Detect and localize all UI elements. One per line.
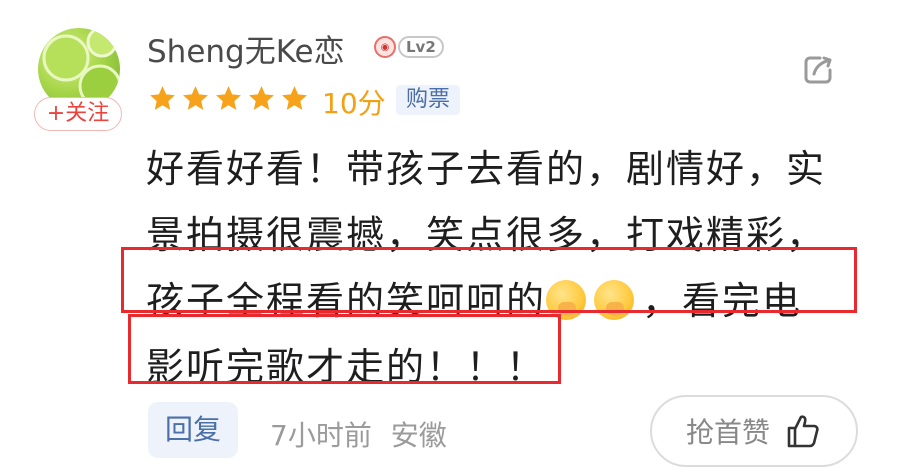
star-icon	[282, 86, 307, 110]
comment-meta: 7小时前 安徽	[270, 414, 457, 454]
share-icon[interactable]	[800, 52, 836, 88]
reply-button[interactable]: 回复	[148, 402, 238, 458]
rating-score: 10分	[322, 87, 386, 120]
ticket-tag: 购票	[396, 85, 461, 115]
star-icon	[150, 86, 175, 110]
highlight-box	[128, 314, 561, 384]
star-icon	[249, 86, 274, 110]
username[interactable]: Sheng无Ke恋	[147, 26, 345, 71]
highlight-box	[121, 247, 857, 313]
comment-line: 好看好看！带孩子去看的，剧情好，实	[146, 147, 827, 191]
rating-stars	[148, 84, 313, 113]
thumbs-up-icon	[787, 415, 819, 448]
level-face-icon: ◉	[374, 36, 396, 58]
like-label: 抢首赞	[685, 416, 770, 449]
like-button[interactable]: 抢首赞	[650, 395, 858, 467]
star-icon	[216, 86, 241, 110]
location: 安徽	[390, 419, 447, 452]
star-icon	[183, 86, 208, 110]
follow-button[interactable]: +关注	[34, 97, 122, 131]
level-label: Lv2	[398, 36, 444, 58]
timestamp: 7小时前	[270, 419, 372, 452]
level-badge: ◉ Lv2	[374, 33, 444, 61]
